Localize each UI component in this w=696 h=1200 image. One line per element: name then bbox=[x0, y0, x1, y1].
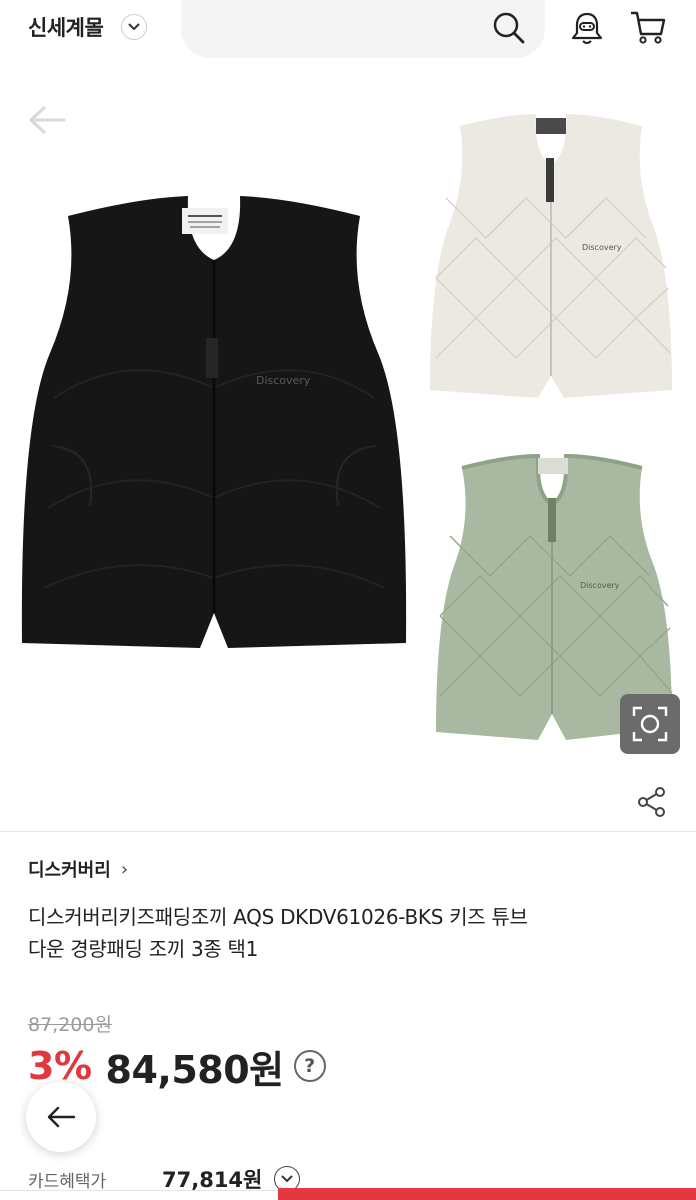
svg-text:Discovery: Discovery bbox=[580, 581, 620, 590]
sale-price: 84,580원 bbox=[105, 1047, 285, 1092]
product-title-line-2: 다운 경량패딩 조끼 3종 택1 bbox=[28, 937, 259, 961]
product-image-gallery[interactable]: Discovery Discovery Discovery bbox=[0, 64, 696, 832]
price-help-icon[interactable]: ? bbox=[293, 1050, 326, 1082]
brand-link[interactable]: 디스커버리 › bbox=[28, 856, 128, 882]
bottom-action-bar bbox=[0, 1190, 278, 1200]
top-bar: 신세계몰 bbox=[0, 0, 696, 64]
section-divider bbox=[0, 831, 696, 832]
arrow-left-icon bbox=[47, 1106, 76, 1128]
bell-icon[interactable] bbox=[570, 10, 604, 46]
camera-lens-icon bbox=[632, 706, 668, 742]
product-title: 디스커버리키즈패딩조끼 AQS DKDV61026-BKS 키즈 튜브 다운 경… bbox=[28, 901, 668, 965]
search-input[interactable] bbox=[181, 0, 545, 58]
mall-name[interactable]: 신세계몰 bbox=[28, 12, 104, 42]
mall-switch-button[interactable] bbox=[121, 14, 147, 40]
cart-icon[interactable] bbox=[628, 8, 668, 46]
product-title-line-1: 디스커버리키즈패딩조끼 AQS DKDV61026-BKS 키즈 튜브 bbox=[28, 905, 528, 929]
chevron-down-icon bbox=[128, 23, 140, 31]
arrow-left-icon[interactable] bbox=[26, 104, 68, 136]
search-icon[interactable] bbox=[491, 10, 527, 46]
svg-text:Discovery: Discovery bbox=[256, 374, 311, 387]
share-icon[interactable] bbox=[636, 786, 668, 818]
chevron-right-icon: › bbox=[120, 858, 129, 880]
card-benefit-label: 카드혜택가 bbox=[28, 1171, 107, 1192]
black-vest-image: Discovery bbox=[21, 196, 407, 648]
cream-vest-image: Discovery bbox=[430, 114, 672, 398]
original-price: 87,200원 bbox=[28, 1014, 112, 1036]
chevron-down-icon bbox=[281, 1175, 294, 1183]
brand-name: 디스커버리 bbox=[28, 860, 111, 881]
buy-button[interactable] bbox=[278, 1188, 696, 1200]
floating-back-button[interactable] bbox=[26, 1082, 96, 1152]
image-search-button[interactable] bbox=[620, 694, 680, 754]
svg-text:Discovery: Discovery bbox=[582, 243, 622, 252]
